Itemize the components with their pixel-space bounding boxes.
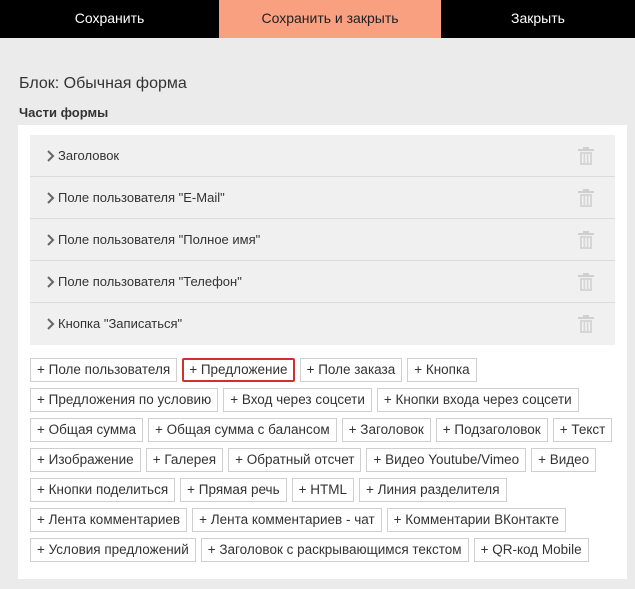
add-part-buttons: + Поле пользователя + Предложение + Поле з…	[30, 358, 615, 568]
add-part-button[interactable]: + Комментарии ВКонтакте	[386, 508, 567, 532]
add-buttons-row: + Кнопки поделиться + Прямая речь + HTML + …	[30, 478, 615, 502]
add-part-button[interactable]: + Поле заказа	[299, 358, 403, 382]
form-parts-heading: Части формы	[19, 105, 109, 120]
add-part-button[interactable]: + Вход через соцсети	[223, 388, 372, 412]
add-part-button[interactable]: + Галерея	[145, 448, 224, 472]
add-buttons-row: + Изображение + Галерея + Обратный отсчет +…	[30, 448, 615, 472]
add-part-button[interactable]: + Предложение	[182, 358, 295, 382]
add-part-button[interactable]: + Поле пользователя	[30, 358, 178, 382]
add-part-button[interactable]: + Условия предложений	[30, 538, 196, 562]
add-part-button[interactable]: + Кнопки поделиться	[30, 478, 176, 502]
toolbar: Сохранить Сохранить и закрыть Закрыть	[0, 0, 635, 38]
add-part-button[interactable]: + Заголовок	[341, 418, 431, 442]
chevron-right-icon[interactable]	[45, 191, 57, 205]
add-part-button[interactable]: + Кнопки входа через соцсети	[376, 388, 579, 412]
form-parts-list: Заголовок Поле пользователя "E-Mail" Поле …	[30, 135, 615, 345]
add-buttons-row: + Поле пользователя + Предложение + Поле з…	[30, 358, 615, 382]
form-part-row[interactable]: Поле пользователя "Полное имя"	[30, 219, 615, 261]
trash-icon[interactable]	[578, 231, 594, 249]
add-part-button[interactable]: + Видео	[531, 448, 597, 472]
add-buttons-row: + Общая сумма + Общая сумма с балансом + З…	[30, 418, 615, 442]
form-part-row[interactable]: Кнопка "Записаться"	[30, 303, 615, 345]
block-title: Блок: Обычная форма	[19, 75, 187, 92]
add-part-button[interactable]: + Заголовок с раскрывающимся текстом	[200, 538, 469, 562]
close-button[interactable]: Закрыть	[441, 0, 635, 38]
add-part-button[interactable]: + Лента комментариев	[30, 508, 188, 532]
add-buttons-row: + Условия предложений + Заголовок с раскр…	[30, 538, 615, 562]
form-part-row[interactable]: Заголовок	[30, 135, 615, 177]
add-part-button[interactable]: + Общая сумма	[30, 418, 143, 442]
form-parts-panel: Заголовок Поле пользователя "E-Mail" Поле …	[18, 125, 627, 579]
trash-icon[interactable]	[578, 315, 594, 333]
add-part-button[interactable]: + Подзаголовок	[435, 418, 548, 442]
form-part-row[interactable]: Поле пользователя "Телефон"	[30, 261, 615, 303]
add-part-button[interactable]: + Лента комментариев - чат	[192, 508, 382, 532]
form-part-label: Поле пользователя "Телефон"	[58, 274, 242, 289]
add-part-button[interactable]: + Обратный отсчет	[228, 448, 362, 472]
form-part-row[interactable]: Поле пользователя "E-Mail"	[30, 177, 615, 219]
trash-icon[interactable]	[578, 189, 594, 207]
chevron-right-icon[interactable]	[45, 317, 57, 331]
chevron-right-icon[interactable]	[45, 149, 57, 163]
add-part-button[interactable]: + Предложения по условию	[30, 388, 219, 412]
add-part-button[interactable]: + Прямая речь	[180, 478, 287, 502]
form-part-label: Кнопка "Записаться"	[58, 316, 183, 331]
chevron-right-icon[interactable]	[45, 233, 57, 247]
add-part-button[interactable]: + Общая сумма с балансом	[147, 418, 337, 442]
save-and-close-button[interactable]: Сохранить и закрыть	[219, 0, 441, 38]
add-buttons-row: + Лента комментариев + Лента комментариев…	[30, 508, 615, 532]
trash-icon[interactable]	[578, 147, 594, 165]
chevron-right-icon[interactable]	[45, 275, 57, 289]
add-part-button[interactable]: + Кнопка	[407, 358, 477, 382]
add-part-button[interactable]: + QR-код Mobile	[473, 538, 589, 562]
add-part-button[interactable]: + Линия разделителя	[359, 478, 507, 502]
add-buttons-row: + Предложения по условию + Вход через соц…	[30, 388, 615, 412]
form-part-label: Поле пользователя "Полное имя"	[58, 232, 261, 247]
add-part-button[interactable]: + Видео Youtube/Vimeo	[366, 448, 527, 472]
form-part-label: Заголовок	[58, 148, 120, 163]
save-button[interactable]: Сохранить	[0, 0, 219, 38]
trash-icon[interactable]	[578, 273, 594, 291]
add-part-button[interactable]: + Изображение	[30, 448, 141, 472]
form-part-label: Поле пользователя "E-Mail"	[58, 190, 225, 205]
add-part-button[interactable]: + Текст	[552, 418, 613, 442]
add-part-button[interactable]: + HTML	[291, 478, 355, 502]
